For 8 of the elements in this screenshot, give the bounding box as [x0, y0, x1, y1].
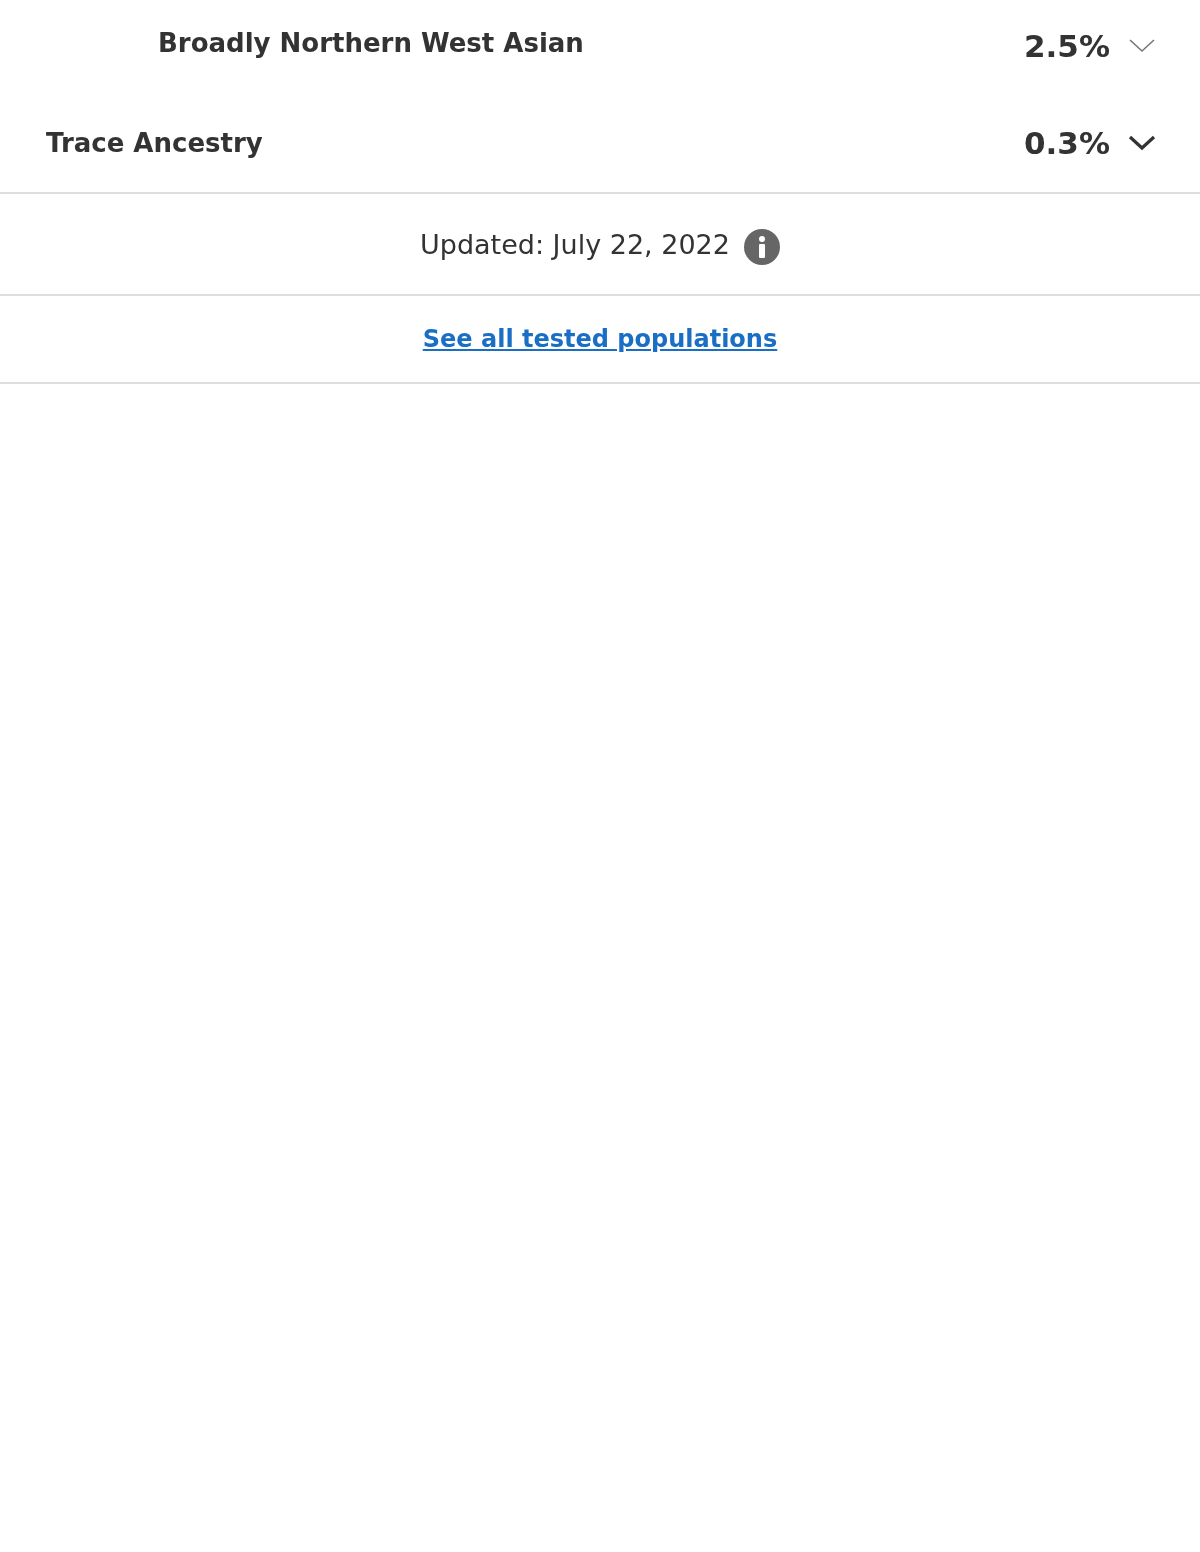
percentage: 2.5%: [1024, 28, 1110, 64]
population-name: Broadly Northern West Asian: [158, 28, 584, 58]
percentage: 0.3%: [1024, 125, 1110, 161]
info-icon[interactable]: [744, 229, 780, 265]
chevron-down-icon[interactable]: [1128, 135, 1156, 151]
population-name: Trace Ancestry: [46, 128, 263, 158]
updated-date: Updated: July 22, 2022: [420, 228, 730, 260]
tested-populations-link[interactable]: See all tested populations: [422, 325, 778, 353]
